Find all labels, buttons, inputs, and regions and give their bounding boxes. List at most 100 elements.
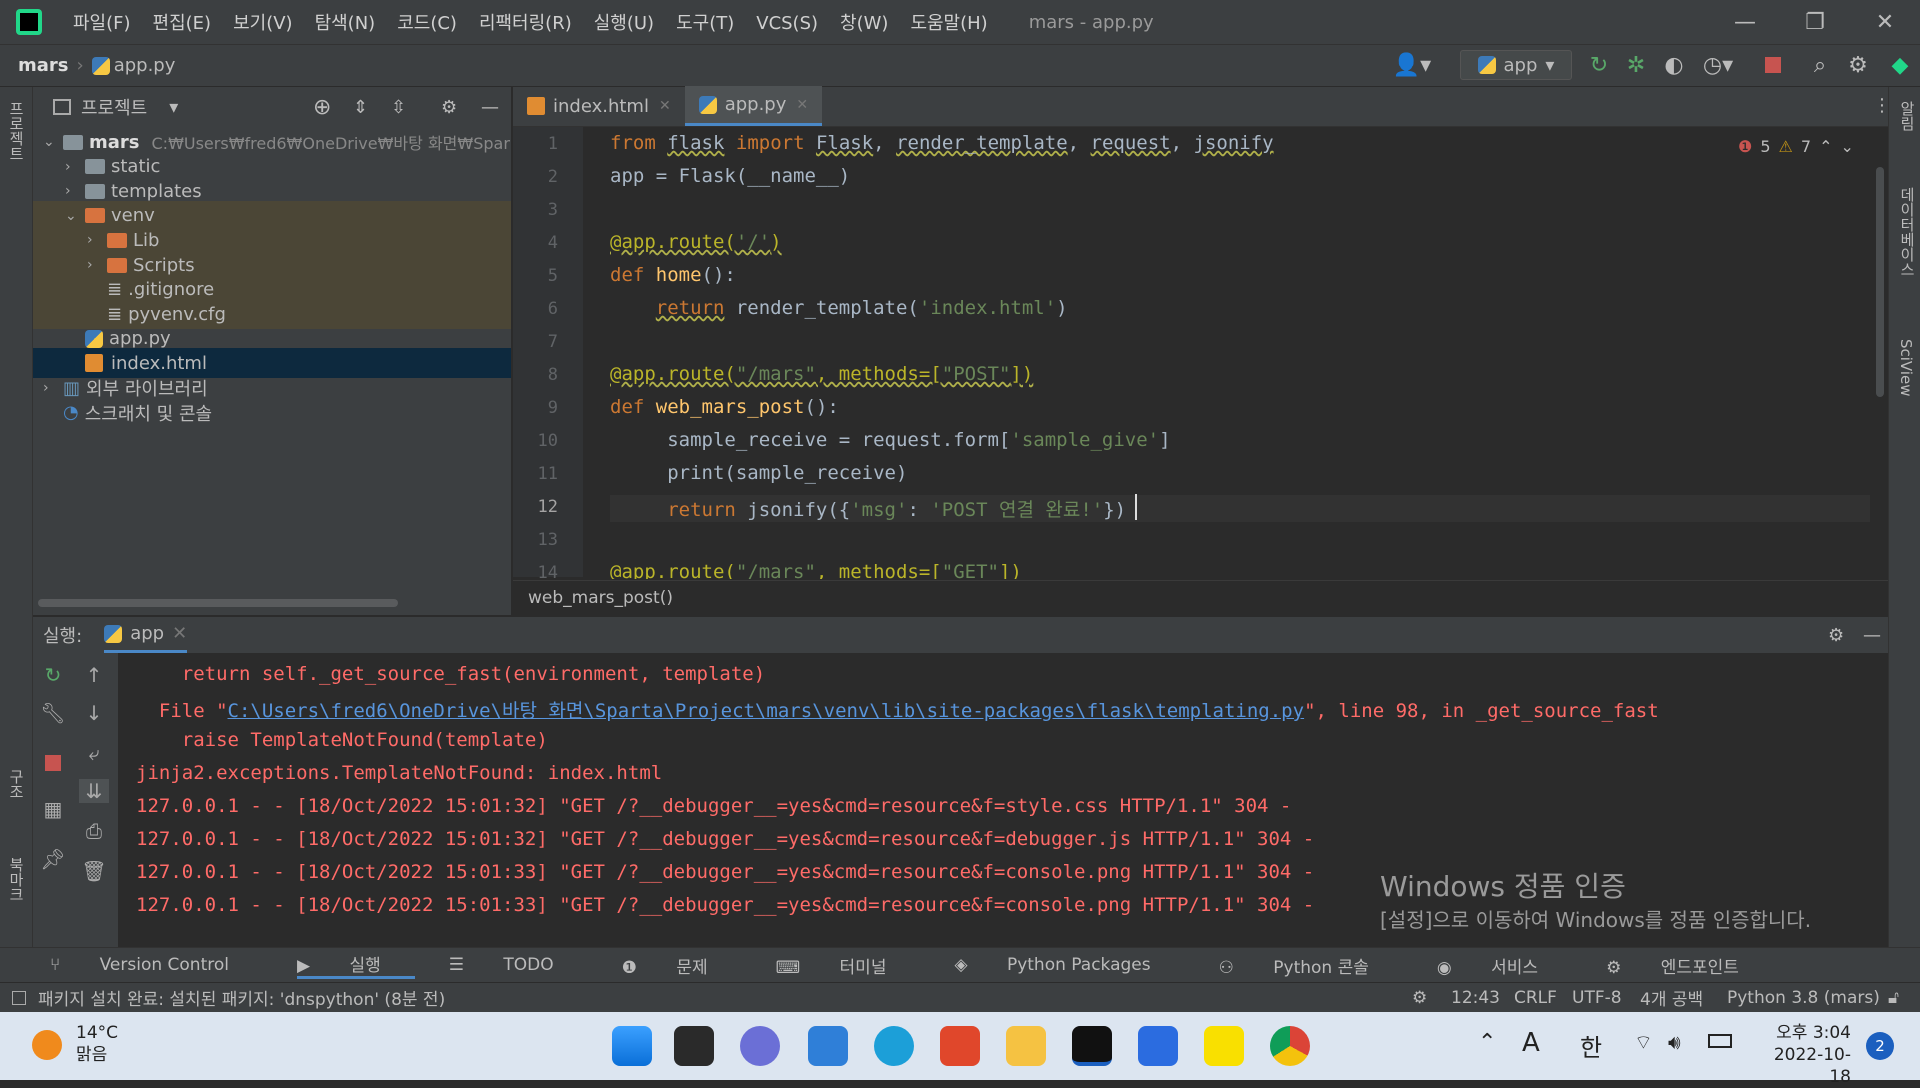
menu-item[interactable]: 도움말(H): [910, 13, 987, 34]
tool-window-7[interactable]: ◉ 서비스: [1437, 953, 1572, 978]
sciview-label[interactable]: SciView: [1897, 339, 1915, 397]
prev-highlight-icon[interactable]: ⌃: [1819, 137, 1832, 156]
status-panel-icon[interactable]: [12, 990, 26, 1005]
code-line[interactable]: print(sample_receive): [610, 462, 907, 484]
wrench-icon[interactable]: 🔧︎: [38, 701, 68, 725]
user-icon[interactable]: 👤▾: [1390, 50, 1434, 80]
code-line[interactable]: @app.route('/'): [610, 231, 782, 253]
restore-icon[interactable]: ❐: [1780, 0, 1850, 44]
breadcrumb-file[interactable]: app.py: [114, 55, 176, 76]
settings-gear-icon[interactable]: ⚙: [1843, 50, 1873, 80]
code-line[interactable]: return jsonify({'msg': 'POST 연결 완료!'}): [610, 495, 1870, 522]
layout-icon[interactable]: ▦: [38, 797, 68, 821]
bookmarks-tool-label[interactable]: 북마크: [6, 857, 27, 902]
ime-mode[interactable]: A: [1522, 1028, 1540, 1058]
pin-icon[interactable]: 📌︎: [38, 847, 68, 871]
locate-target-icon[interactable]: ⊕: [313, 95, 331, 120]
python-interpreter[interactable]: Python 3.8 (mars): [1727, 988, 1880, 1008]
menu-item[interactable]: 보기(V): [233, 13, 292, 34]
file-encoding[interactable]: UTF-8: [1572, 988, 1622, 1008]
project-panel-title[interactable]: 프로젝트: [81, 94, 147, 120]
office-icon[interactable]: [940, 1026, 980, 1066]
code-line[interactable]: from flask import Flask, render_template…: [610, 132, 1274, 154]
chevron-right-icon[interactable]: ›: [43, 380, 63, 396]
clock-time[interactable]: 오후 3:04: [1755, 1022, 1851, 1044]
stop-icon[interactable]: [1760, 50, 1786, 80]
scroll-up-icon[interactable]: ↑: [79, 663, 109, 687]
warning-count-icon[interactable]: ⚠: [1779, 137, 1793, 156]
weather-text[interactable]: 맑음: [76, 1044, 118, 1066]
caret-position[interactable]: 12:43: [1451, 988, 1500, 1008]
kakaotalk-icon[interactable]: [1204, 1026, 1244, 1066]
run-settings-gear-icon[interactable]: ⚙: [1828, 625, 1844, 646]
chevron-right-icon[interactable]: ›: [65, 159, 85, 175]
chevron-right-icon[interactable]: ›: [87, 232, 107, 248]
breadcrumb-project[interactable]: mars: [18, 55, 69, 76]
code-line[interactable]: def home():: [610, 264, 736, 286]
menu-item[interactable]: 도구(T): [676, 13, 734, 34]
battery-icon[interactable]: [1708, 1034, 1732, 1048]
code-line[interactable]: app = Flask(__name__): [610, 165, 850, 187]
code-line[interactable]: @app.route("/mars", methods=["POST"]): [610, 363, 1033, 385]
start-windows-icon[interactable]: [612, 1026, 652, 1066]
tool-window-8[interactable]: ⚙ 엔드포인트: [1606, 953, 1773, 978]
close-tab-icon[interactable]: ✕: [796, 97, 808, 113]
scroll-down-icon[interactable]: ↓: [79, 701, 109, 725]
sun-weather-icon[interactable]: [32, 1030, 62, 1060]
search-icon[interactable]: ⌕: [1805, 50, 1835, 80]
input-language[interactable]: 한: [1580, 1028, 1602, 1063]
tree-item[interactable]: ◔ 스크래치 및 콘솔: [33, 398, 511, 428]
print-icon[interactable]: ⎙: [79, 819, 109, 843]
menu-item[interactable]: 코드(C): [397, 13, 457, 34]
profile-icon[interactable]: ◷▾: [1698, 50, 1738, 80]
menu-item[interactable]: 편집(E): [153, 13, 212, 34]
tool-window-5[interactable]: ◈ Python Packages: [954, 955, 1184, 975]
rerun-run-icon[interactable]: ↻: [38, 663, 68, 687]
chevron-right-icon[interactable]: ›: [87, 257, 107, 273]
lock-icon[interactable]: 🔓︎: [1888, 988, 1899, 1008]
store-icon[interactable]: [1138, 1026, 1178, 1066]
chevron-down-icon[interactable]: ▾: [169, 97, 178, 118]
menu-item[interactable]: 파일(F): [73, 13, 131, 34]
vertical-scrollbar[interactable]: [1876, 167, 1884, 397]
chrome-icon[interactable]: [1270, 1026, 1310, 1066]
tool-window-3[interactable]: ❶ 문제: [622, 953, 742, 978]
close-icon[interactable]: ✕: [1850, 0, 1920, 44]
pycharm-logo-icon[interactable]: [16, 9, 42, 35]
database-label[interactable]: 데이터베이스: [1897, 187, 1918, 277]
chevron-right-icon[interactable]: ›: [65, 183, 85, 199]
menu-item[interactable]: 리팩터링(R): [479, 13, 572, 34]
tool-window-0[interactable]: ⑂ Version Control: [50, 955, 263, 975]
project-tool-label[interactable]: 프로젝트: [6, 101, 27, 161]
chevron-down-icon[interactable]: ⌄: [43, 134, 63, 150]
task-view-icon[interactable]: [674, 1026, 714, 1066]
line-separator[interactable]: CRLF: [1514, 988, 1557, 1008]
debug-icon[interactable]: ✲: [1622, 50, 1650, 80]
mail-icon[interactable]: [808, 1026, 848, 1066]
code-line[interactable]: def web_mars_post():: [610, 396, 839, 418]
more-tabs-icon[interactable]: ⋮: [1873, 95, 1891, 116]
indent-setting[interactable]: 4개 공백: [1640, 985, 1703, 1010]
status-sync-icon[interactable]: ⚙: [1412, 988, 1427, 1008]
editor-tab[interactable]: index.html ✕: [513, 86, 685, 126]
code-breadcrumb-label[interactable]: web_mars_post(): [528, 588, 673, 608]
clock-date[interactable]: 2022-10-18: [1755, 1044, 1851, 1088]
menu-item[interactable]: 창(W): [840, 13, 888, 34]
panel-gear-icon[interactable]: ⚙: [441, 97, 457, 118]
minimize-icon[interactable]: —: [1710, 0, 1780, 44]
menu-item[interactable]: 실행(U): [594, 13, 654, 34]
chevron-down-icon[interactable]: ⌄: [65, 208, 85, 224]
tray-chevron-up-icon[interactable]: ⌃: [1478, 1030, 1496, 1055]
close-run-tab-icon[interactable]: ✕: [172, 623, 187, 644]
teams-chat-icon[interactable]: [740, 1026, 780, 1066]
structure-tool-label[interactable]: 구조: [6, 769, 27, 799]
weather-temp[interactable]: 14°C: [76, 1022, 118, 1044]
notification-badge[interactable]: 2: [1866, 1032, 1894, 1060]
volume-icon[interactable]: 🔊︎: [1668, 1030, 1681, 1054]
wifi-icon[interactable]: ⌔: [1634, 1030, 1653, 1055]
tool-window-1[interactable]: ▶ 실행: [296, 951, 415, 979]
tool-window-6[interactable]: ⚇ Python 콘솔: [1219, 953, 1403, 978]
edge-browser-icon[interactable]: [874, 1026, 914, 1066]
expand-all-icon[interactable]: ⇕: [353, 97, 368, 118]
tool-window-2[interactable]: ☰ TODO: [449, 955, 588, 975]
